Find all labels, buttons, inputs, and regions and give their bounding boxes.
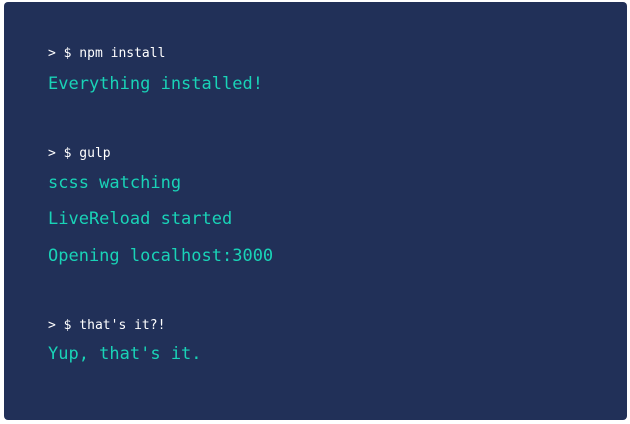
output-line: Opening localhost:3000 [48, 246, 274, 266]
terminal-window: > $ npm install Everything installed! > … [4, 2, 627, 420]
output-line: Everything installed! [48, 74, 263, 94]
output-line: LiveReload started [48, 209, 233, 229]
command-line: > $ that's it?! [48, 318, 166, 333]
output-line: Yup, that's it. [48, 344, 202, 364]
command-line: > $ npm install [48, 46, 166, 61]
command-line: > $ gulp [48, 146, 111, 161]
output-line: scss watching [48, 173, 182, 193]
